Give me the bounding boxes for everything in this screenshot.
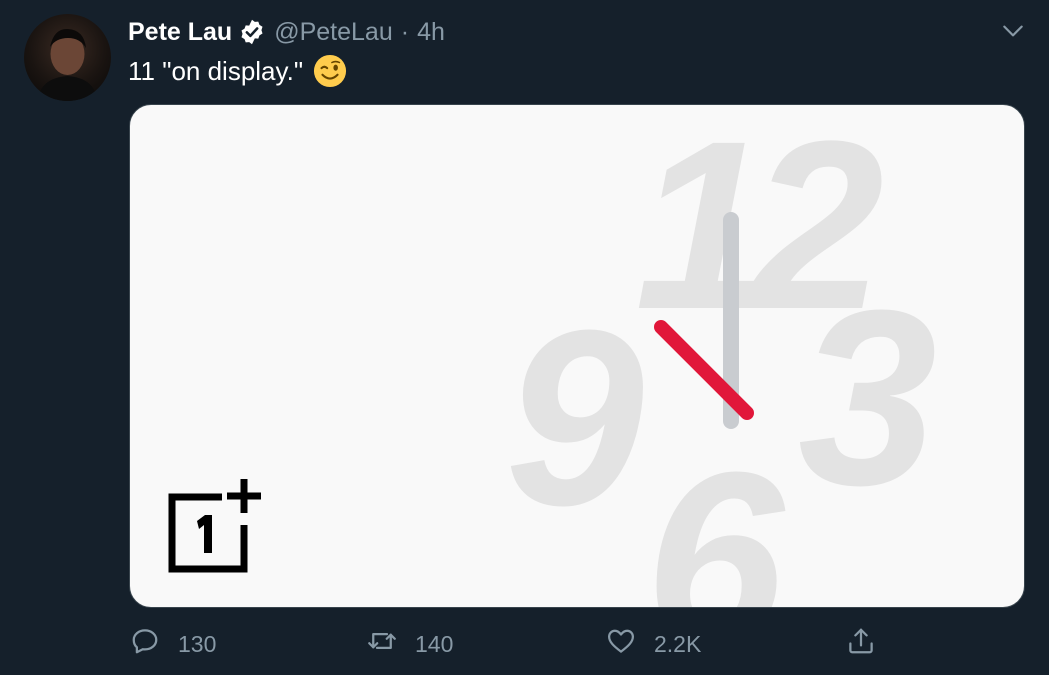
clock-hands — [654, 212, 754, 429]
avatar-portrait — [38, 28, 97, 101]
retweet-button[interactable]: 140 — [367, 620, 453, 668]
avatar[interactable] — [24, 14, 111, 101]
winking-face-emoji-icon — [313, 54, 347, 88]
display-name[interactable]: Pete Lau — [128, 18, 232, 47]
reply-icon — [130, 626, 160, 662]
like-button[interactable]: 2.2K — [606, 620, 701, 668]
separator-dot: · — [400, 17, 410, 46]
share-icon — [846, 626, 876, 662]
chevron-down-icon[interactable] — [1000, 18, 1026, 44]
heart-icon — [606, 626, 636, 662]
like-count: 2.2K — [654, 630, 702, 657]
tweet-actions: 130 140 2.2K — [0, 620, 1049, 668]
tweet-media-image[interactable]: 12 9 3 6 — [129, 104, 1025, 608]
tweet-text-content: 11 "on display." — [128, 55, 304, 86]
clock-center-dot — [727, 393, 737, 403]
reply-count: 130 — [178, 630, 217, 657]
timestamp[interactable]: 4h — [417, 18, 445, 47]
retweet-count: 140 — [415, 630, 454, 657]
oneplus-logo — [168, 477, 264, 573]
tweet-header: Pete Lau @PeteLau · 4h — [128, 16, 445, 48]
reply-button[interactable]: 130 — [130, 620, 216, 668]
tweet-text: 11 "on display." — [128, 54, 347, 88]
share-button[interactable] — [846, 620, 876, 668]
retweet-icon — [367, 626, 397, 662]
handle[interactable]: @PeteLau — [274, 18, 393, 47]
verified-badge-icon — [238, 18, 266, 46]
